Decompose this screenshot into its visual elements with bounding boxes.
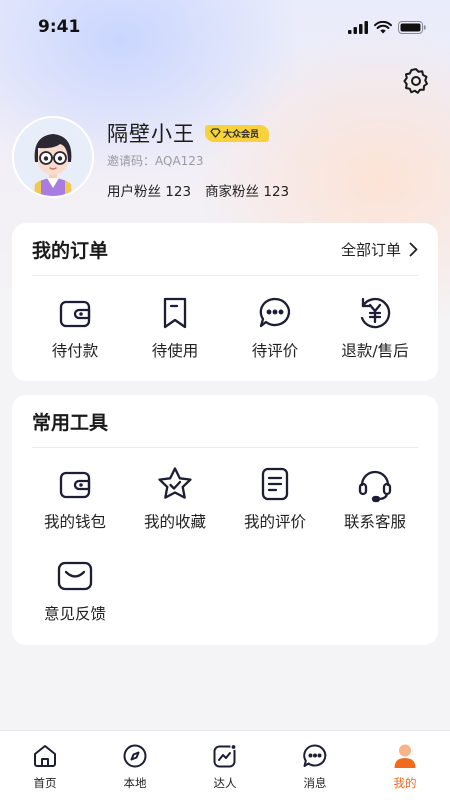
tool-item-favorites[interactable]: 我的收藏 bbox=[125, 465, 225, 532]
order-item-pending-payment[interactable]: 待付款 bbox=[25, 294, 125, 361]
diamond-icon bbox=[210, 128, 221, 138]
avatar-illustration bbox=[14, 118, 92, 196]
tab-label: 我的 bbox=[393, 776, 417, 790]
invite-code: 邀请码：AQA123 bbox=[107, 154, 204, 168]
avatar[interactable] bbox=[12, 116, 94, 198]
tab-label: 消息 bbox=[303, 776, 327, 790]
order-item-label: 退款/售后 bbox=[341, 342, 409, 360]
tool-item-label: 意见反馈 bbox=[43, 605, 106, 623]
orders-header: 我的订单 全部订单 bbox=[32, 223, 418, 276]
star-icon bbox=[156, 465, 194, 503]
member-badge-label: 大众会员 bbox=[223, 129, 260, 140]
order-item-label: 待付款 bbox=[51, 342, 99, 360]
bottom-tab-bar: 首页 本地 达人 消息 我的 bbox=[0, 730, 450, 800]
order-item-to-use[interactable]: 待使用 bbox=[125, 294, 225, 361]
tab-messages[interactable]: 消息 bbox=[270, 731, 360, 800]
fans-row: 用户粉丝 123 商家粉丝 123 bbox=[107, 180, 289, 200]
gear-icon bbox=[403, 68, 428, 94]
settings-button[interactable] bbox=[401, 66, 431, 96]
tab-influencers[interactable]: 达人 bbox=[180, 731, 270, 800]
name-row: 隔壁小王 大众会员 bbox=[107, 118, 270, 148]
order-item-label: 待使用 bbox=[151, 342, 199, 360]
wallet-icon bbox=[56, 465, 94, 503]
tool-item-label: 我的评价 bbox=[243, 513, 306, 531]
tools-grid-row-2: 意见反馈 bbox=[12, 557, 438, 624]
tool-item-label: 我的收藏 bbox=[143, 513, 206, 531]
chat-bubble-icon bbox=[256, 294, 294, 332]
tool-item-label: 我的钱包 bbox=[43, 513, 106, 531]
tool-item-label: 联系客服 bbox=[343, 513, 406, 531]
tools-title: 常用工具 bbox=[32, 411, 109, 434]
all-orders-label: 全部订单 bbox=[340, 240, 401, 259]
order-item-refund[interactable]: 退款/售后 bbox=[325, 294, 425, 361]
tools-header: 常用工具 bbox=[32, 395, 418, 448]
merchant-fans[interactable]: 商家粉丝 123 bbox=[205, 180, 289, 200]
headset-icon bbox=[356, 465, 394, 503]
home-icon bbox=[31, 742, 59, 770]
user-fans[interactable]: 用户粉丝 123 bbox=[107, 180, 191, 200]
tool-item-wallet[interactable]: 我的钱包 bbox=[25, 465, 125, 532]
signal-icon bbox=[348, 20, 368, 34]
tool-item-customer-service[interactable]: 联系客服 bbox=[325, 465, 425, 532]
tools-grid-row-1: 我的钱包 我的收藏 我的评价 联系客服 bbox=[12, 465, 438, 532]
orders-card: 我的订单 全部订单 待付款 待使用 待评价 退款/售后 bbox=[12, 223, 438, 381]
person-icon bbox=[391, 742, 419, 770]
tool-item-reviews[interactable]: 我的评价 bbox=[225, 465, 325, 532]
tab-label: 本地 bbox=[123, 776, 147, 790]
chevron-right-icon bbox=[409, 242, 418, 256]
user-name: 隔壁小王 bbox=[107, 122, 195, 146]
tools-card: 常用工具 我的钱包 我的收藏 我的评价 联系客服 意见反馈 bbox=[12, 395, 438, 645]
order-item-label: 待评价 bbox=[251, 342, 299, 360]
document-icon bbox=[256, 465, 294, 503]
status-time: 9:41 bbox=[38, 17, 81, 37]
order-item-to-review[interactable]: 待评价 bbox=[225, 294, 325, 361]
compass-icon bbox=[121, 742, 149, 770]
tab-mine[interactable]: 我的 bbox=[360, 731, 450, 800]
orders-grid: 待付款 待使用 待评价 退款/售后 bbox=[12, 294, 438, 361]
all-orders-link[interactable]: 全部订单 bbox=[341, 239, 418, 260]
wallet-icon bbox=[56, 294, 94, 332]
refund-yen-icon bbox=[356, 294, 394, 332]
tool-item-feedback[interactable]: 意见反馈 bbox=[25, 557, 125, 624]
status-bar: 9:41 bbox=[0, 0, 450, 54]
envelope-icon bbox=[56, 557, 94, 595]
tab-home[interactable]: 首页 bbox=[0, 731, 90, 800]
trend-icon bbox=[211, 742, 239, 770]
orders-title: 我的订单 bbox=[32, 239, 109, 262]
bookmark-icon bbox=[156, 294, 194, 332]
wifi-icon bbox=[374, 20, 392, 33]
tab-label: 达人 bbox=[213, 776, 237, 790]
battery-icon bbox=[398, 20, 426, 34]
tab-label: 首页 bbox=[33, 776, 57, 790]
member-badge: 大众会员 bbox=[205, 124, 270, 142]
message-icon bbox=[301, 742, 329, 770]
status-icons bbox=[348, 20, 426, 34]
tab-local[interactable]: 本地 bbox=[90, 731, 180, 800]
profile-section: 隔壁小王 大众会员 邀请码：AQA123 用户粉丝 123 商家粉丝 123 bbox=[12, 116, 432, 206]
